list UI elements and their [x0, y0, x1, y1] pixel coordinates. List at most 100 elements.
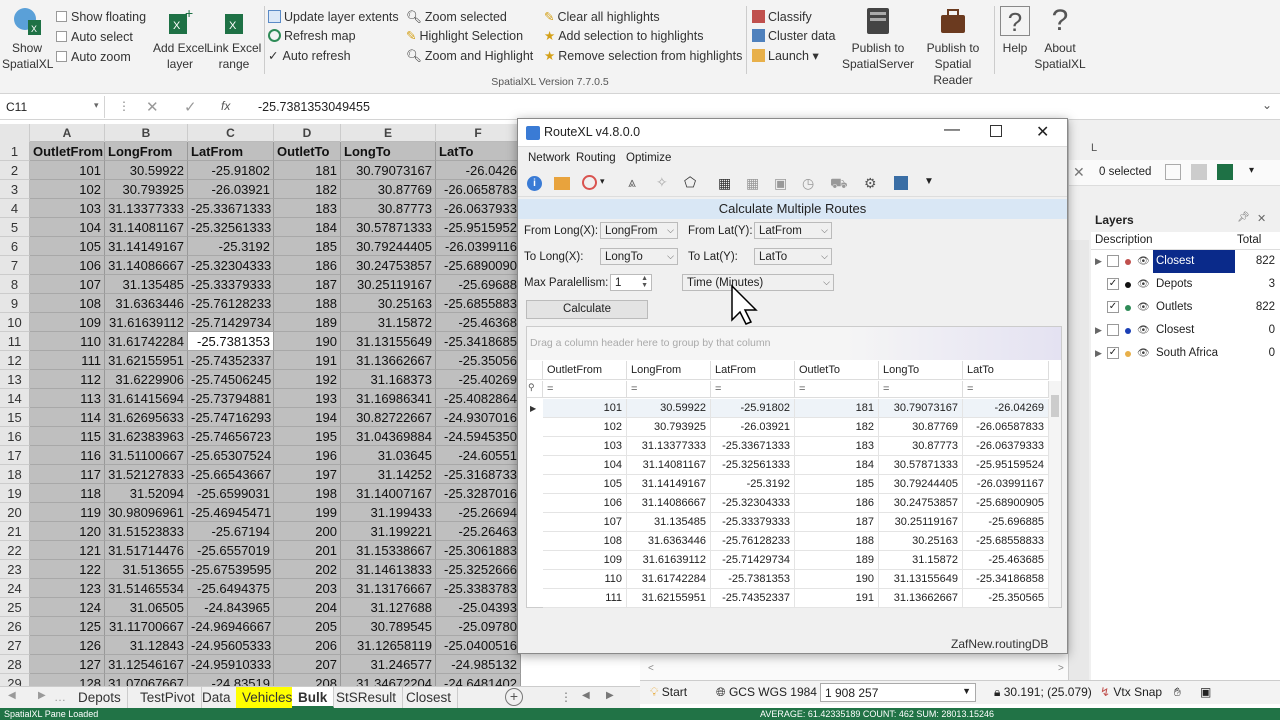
layer-item[interactable]: ✓ 👁︎ Depots 3 — [1091, 273, 1280, 296]
table-cell[interactable]: 30.98096961 — [105, 503, 188, 522]
name-box[interactable]: C11 — [0, 96, 105, 118]
table-cell[interactable]: -25.6599031 — [188, 484, 274, 503]
select-all-corner[interactable] — [0, 124, 30, 142]
header-cell[interactable]: OutletFrom — [30, 142, 105, 161]
grid-header-outletto[interactable]: OutletTo — [795, 361, 879, 380]
group-panel[interactable]: Drag a column header here to group by th… — [527, 327, 1061, 360]
namebox-dropdown-icon[interactable]: ▾ — [94, 100, 99, 111]
grid-filter-outletfrom[interactable]: = — [543, 381, 627, 398]
grid-cell[interactable]: 110 — [543, 570, 627, 589]
row-header[interactable]: 27 — [0, 636, 30, 655]
grid-cell[interactable]: 190 — [795, 570, 879, 589]
grid-cell[interactable]: 109 — [543, 551, 627, 570]
grid-filter-longto[interactable]: = — [879, 381, 963, 398]
publish-spatialserver-button[interactable]: Publish to SpatialServer — [842, 6, 914, 72]
table-cell[interactable]: -25.66543667 — [188, 465, 274, 484]
tab-more-icon[interactable]: … — [54, 690, 66, 704]
table-cell[interactable]: -26.0637933 — [436, 199, 521, 218]
layer-name[interactable]: South Africa — [1153, 342, 1235, 365]
grid-cell[interactable]: 103 — [543, 437, 627, 456]
table-cell[interactable]: -25.46368 — [436, 313, 521, 332]
row-header[interactable]: 23 — [0, 560, 30, 579]
grid-cell[interactable]: 31.13155649 — [879, 570, 963, 589]
table-cell[interactable]: 112 — [30, 370, 105, 389]
table-cell[interactable]: 30.24753857 — [341, 256, 436, 275]
layer-visibility-checkbox[interactable] — [1107, 324, 1119, 336]
row-header[interactable]: 19 — [0, 484, 30, 503]
table-cell[interactable]: 31.11700667 — [105, 617, 188, 636]
table-cell[interactable]: -25.3418685 — [436, 332, 521, 351]
column-header-d[interactable]: D — [274, 124, 341, 142]
table-cell[interactable]: -26.0426 — [436, 161, 521, 180]
column-header-e[interactable]: E — [341, 124, 436, 142]
table-cell[interactable]: 31.513655 — [105, 560, 188, 579]
grid-cell[interactable]: -25.95159524 — [963, 456, 1049, 475]
vtx-snap-button[interactable]: ↯ Vtx Snap — [1100, 685, 1162, 699]
clear-selection-icon[interactable]: ✕ — [1073, 164, 1085, 181]
table-cell[interactable]: 31.14081167 — [105, 218, 188, 237]
table-cell[interactable]: 115 — [30, 427, 105, 446]
maximize-icon[interactable] — [990, 125, 1002, 137]
remove-selection-from-highlights-button[interactable]: ★ Remove selection from highlights — [544, 47, 742, 65]
matrix-icon[interactable]: ▦ — [718, 175, 731, 192]
grid-cell[interactable]: -26.04269 — [963, 399, 1049, 418]
table-cell[interactable]: 191 — [274, 351, 341, 370]
table-cell[interactable]: 31.168373 — [341, 370, 436, 389]
grid-cell[interactable]: 31.6363446 — [627, 532, 711, 551]
table-cell[interactable]: -24.95605333 — [188, 636, 274, 655]
grid-cell[interactable]: -25.7381353 — [711, 570, 795, 589]
grid-cell[interactable]: -26.06379333 — [963, 437, 1049, 456]
layer-visibility-checkbox[interactable]: ✓ — [1107, 278, 1119, 290]
grid-cell[interactable]: 185 — [795, 475, 879, 494]
expand-icon[interactable]: ▶ — [1095, 250, 1102, 273]
tabs-menu-icon[interactable]: ⋮ — [560, 690, 572, 704]
table-cell[interactable]: 183 — [274, 199, 341, 218]
table-cell[interactable]: 107 — [30, 275, 105, 294]
table-cell[interactable]: -24.843965 — [188, 598, 274, 617]
grid-cell[interactable]: 30.793925 — [627, 418, 711, 437]
table-cell[interactable]: 205 — [274, 617, 341, 636]
table-cell[interactable]: 182 — [274, 180, 341, 199]
table-cell[interactable]: 120 — [30, 522, 105, 541]
row-header[interactable]: 20 — [0, 503, 30, 522]
minimize-icon[interactable]: — — [944, 121, 960, 139]
table-cell[interactable]: 31.199433 — [341, 503, 436, 522]
table-cell[interactable]: 31.14149167 — [105, 237, 188, 256]
grid-header-latto[interactable]: LatTo — [963, 361, 1049, 380]
to-lat-select[interactable]: LatTo ⌵ — [754, 248, 832, 265]
table-cell[interactable]: 31.246577 — [341, 655, 436, 674]
grid-header-latfrom[interactable]: LatFrom — [711, 361, 795, 380]
expand-icon[interactable]: ▶ — [1095, 342, 1102, 365]
row-header[interactable]: 26 — [0, 617, 30, 636]
info-icon[interactable]: i — [527, 176, 542, 191]
row-header[interactable]: 18 — [0, 465, 30, 484]
grid-cell[interactable]: 184 — [795, 456, 879, 475]
table-cell[interactable]: 31.14086667 — [105, 256, 188, 275]
route-grid-icon[interactable]: ▦ — [746, 175, 759, 192]
depot-icon[interactable]: ▣ — [774, 175, 787, 192]
target-dropdown-icon[interactable]: ▾ — [600, 176, 605, 187]
table-cell[interactable]: 184 — [274, 218, 341, 237]
table-cell[interactable]: 31.13155649 — [341, 332, 436, 351]
menu-network[interactable]: Network — [528, 152, 570, 164]
table-cell[interactable]: 31.51714476 — [105, 541, 188, 560]
grid-cell[interactable]: 30.59922 — [627, 399, 711, 418]
row-header[interactable]: 10 — [0, 313, 30, 332]
table-cell[interactable]: -25.33671333 — [188, 199, 274, 218]
grid-cell[interactable]: 31.14081167 — [627, 456, 711, 475]
sheet-tab-stsresult[interactable]: StSResult — [330, 687, 404, 708]
table-cell[interactable]: 31.03645 — [341, 446, 436, 465]
grid-cell[interactable]: 181 — [795, 399, 879, 418]
table-cell[interactable]: -24.60551 — [436, 446, 521, 465]
table-cell[interactable]: 193 — [274, 389, 341, 408]
close-icon[interactable]: ✕ — [1036, 122, 1049, 142]
grid-scrollbar[interactable] — [1049, 381, 1061, 607]
grid-cell[interactable]: -25.3192 — [711, 475, 795, 494]
table-cell[interactable]: 31.14613833 — [341, 560, 436, 579]
table-cell[interactable]: 31.13377333 — [105, 199, 188, 218]
table-cell[interactable]: -25.04393 — [436, 598, 521, 617]
table-cell[interactable]: 108 — [30, 294, 105, 313]
table-cell[interactable]: 31.6229906 — [105, 370, 188, 389]
grid-cell[interactable]: -26.06587833 — [963, 418, 1049, 437]
table-cell[interactable]: 194 — [274, 408, 341, 427]
